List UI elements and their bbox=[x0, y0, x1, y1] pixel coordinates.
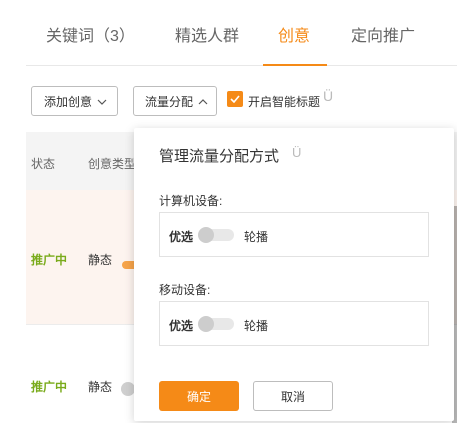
creative-type: 静态 bbox=[88, 253, 113, 267]
confirm-button[interactable]: 确定 bbox=[159, 381, 239, 411]
preferred-option-label: 优选 bbox=[169, 230, 194, 244]
column-creative-type: 创意类型 bbox=[88, 157, 137, 171]
help-icon[interactable]: Ü bbox=[323, 88, 333, 104]
flow-allocation-button[interactable]: 流量分配 bbox=[133, 86, 217, 116]
mobile-device-option: 优选 轮播 bbox=[159, 301, 429, 346]
column-status: 状态 bbox=[31, 157, 56, 171]
tab-creative[interactable]: 创意 bbox=[278, 22, 310, 46]
check-icon bbox=[230, 90, 240, 108]
add-creative-button[interactable]: 添加创意 bbox=[31, 86, 118, 116]
creative-type: 静态 bbox=[88, 380, 113, 394]
toggle-knob bbox=[198, 316, 214, 332]
chevron-up-icon bbox=[198, 94, 208, 108]
mobile-device-toggle[interactable] bbox=[198, 316, 234, 332]
tabs-divider bbox=[26, 65, 457, 66]
toggle-knob bbox=[198, 227, 214, 243]
cancel-button[interactable]: 取消 bbox=[253, 381, 333, 411]
flow-allocation-label: 流量分配 bbox=[145, 94, 194, 109]
tab-audience[interactable]: 精选人群 bbox=[175, 22, 239, 46]
smart-title-checkbox[interactable] bbox=[227, 91, 243, 107]
computer-device-label: 计算机设备: bbox=[159, 194, 223, 208]
status-badge: 推广中 bbox=[31, 380, 68, 394]
rotate-option-label: 轮播 bbox=[244, 230, 269, 244]
preferred-option-label: 优选 bbox=[169, 319, 194, 333]
row-toggle[interactable] bbox=[121, 382, 135, 396]
active-tab-indicator bbox=[263, 64, 327, 66]
flow-allocation-popup: 管理流量分配方式 Ü 计算机设备: 优选 轮播 移动设备: 优选 轮播 确定 取… bbox=[134, 128, 454, 421]
computer-device-option: 优选 轮播 bbox=[159, 212, 429, 257]
mobile-device-label: 移动设备: bbox=[159, 283, 211, 297]
chevron-down-icon bbox=[97, 94, 107, 108]
computer-device-toggle[interactable] bbox=[198, 227, 234, 243]
tab-keywords[interactable]: 关键词（3） bbox=[46, 22, 135, 46]
tab-bar: 关键词（3） 精选人群 创意 定向推广 bbox=[0, 0, 457, 66]
status-badge: 推广中 bbox=[31, 253, 68, 267]
rotate-option-label: 轮播 bbox=[244, 319, 269, 333]
add-creative-label: 添加创意 bbox=[44, 94, 93, 109]
tab-targeting[interactable]: 定向推广 bbox=[351, 22, 415, 46]
help-icon[interactable]: Ü bbox=[292, 145, 301, 160]
popup-title: 管理流量分配方式 bbox=[159, 148, 280, 165]
smart-title-label: 开启智能标题 bbox=[248, 95, 321, 109]
